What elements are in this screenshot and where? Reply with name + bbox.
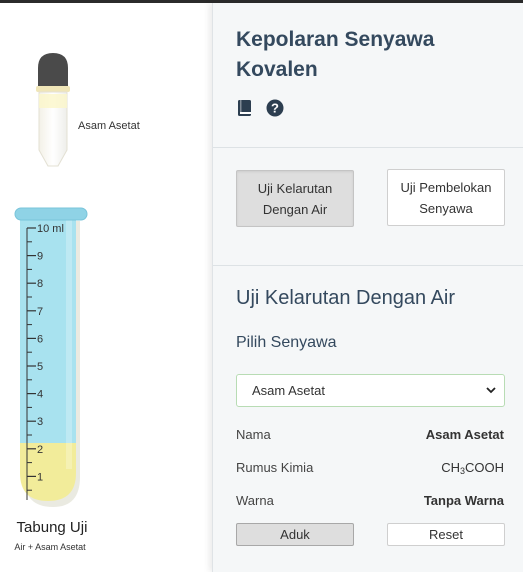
color-value: Tanpa Warna — [423, 493, 504, 508]
reset-button[interactable]: Reset — [387, 523, 505, 546]
dropper-collar — [36, 86, 70, 92]
dropper-label: Asam Asetat — [78, 120, 140, 132]
tick-label: 10 ml — [37, 223, 64, 235]
tab-deflection-label: Uji Pembelokan Senyawa — [400, 179, 492, 216]
dropper-bulb — [38, 53, 68, 88]
tick-label: 8 — [37, 278, 43, 290]
tick-label: 9 — [37, 251, 43, 263]
tick-label: 6 — [37, 333, 43, 345]
chevron-down-icon — [486, 387, 496, 394]
tick-label: 5 — [37, 361, 43, 373]
tab-solubility-test[interactable]: Uji Kelarutan Dengan Air — [236, 170, 354, 227]
tube-subtitle: Air + Asam Asetat — [14, 542, 86, 552]
formula-value: CH3COOH — [441, 460, 504, 476]
tube-title: Tabung Uji — [16, 519, 88, 536]
tab-deflection-test[interactable]: Uji Pembelokan Senyawa — [387, 169, 505, 226]
stir-button[interactable]: Aduk — [236, 523, 354, 546]
page-title: Kepolaran Senyawa Kovalen — [236, 28, 435, 81]
section-title: Uji Kelarutan Dengan Air — [236, 287, 456, 309]
control-panel: Kepolaran Senyawa Kovalen ? Uji Kelaruta… — [212, 3, 523, 572]
test-tube: 10 ml 9 8 7 6 5 4 3 2 1 — [14, 207, 88, 507]
compound-select[interactable]: Asam Asetat — [236, 374, 505, 407]
book-icon[interactable] — [236, 99, 254, 117]
tube-rim — [14, 207, 88, 221]
svg-text:?: ? — [271, 101, 279, 116]
name-value: Asam Asetat — [425, 427, 504, 442]
divider — [213, 147, 523, 148]
tick-label: 3 — [37, 416, 43, 428]
dropper-liquid — [39, 94, 67, 108]
formula-label: Rumus Kimia — [236, 460, 314, 475]
tick-label: 7 — [37, 306, 43, 318]
icon-row: ? — [236, 99, 284, 117]
choose-compound-label: Pilih Senyawa — [236, 334, 337, 351]
simulation-area: Asam Asetat 10 ml 9 8 7 6 5 4 3 2 1 Tabung Uji Ai… — [0, 3, 212, 572]
color-label: Warna — [236, 493, 274, 508]
tick-label: 2 — [37, 444, 43, 456]
name-label: Nama — [236, 427, 271, 442]
tick-label: 4 — [37, 389, 43, 401]
tick-label: 1 — [37, 471, 43, 483]
question-circle-icon[interactable]: ? — [266, 99, 284, 117]
dropper[interactable] — [30, 48, 76, 174]
divider — [213, 265, 523, 266]
compound-select-value: Asam Asetat — [252, 383, 325, 398]
tab-solubility-label: Uji Kelarutan Dengan Air — [257, 180, 333, 217]
